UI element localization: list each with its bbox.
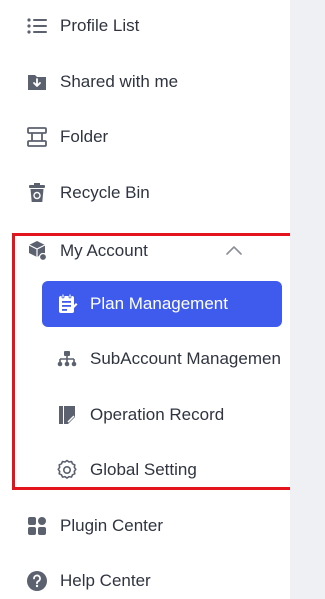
nav-item-recycle-bin[interactable]: Recycle Bin <box>26 171 286 215</box>
nav-item-folder[interactable]: Folder <box>26 115 286 159</box>
account-cubes-icon <box>26 240 48 262</box>
account-menu-label: Global Setting <box>90 460 197 479</box>
page: Profile List Shared with me Folder Recyc… <box>0 0 325 599</box>
nav-item-label: Plugin Center <box>60 516 164 535</box>
folder-icon <box>26 126 48 148</box>
account-menu-label: Plan Management <box>90 294 228 313</box>
nav-item-label: My Account <box>60 241 148 260</box>
nav-item-shared-with-me[interactable]: Shared with me <box>26 60 286 104</box>
nav-item-profile-list[interactable]: Profile List <box>26 4 286 48</box>
account-menu-plan-management[interactable]: Plan Management <box>42 281 282 327</box>
list-icon <box>26 15 48 37</box>
nav-item-label: Shared with me <box>60 72 179 91</box>
account-menu-label: SubAccount Managemen <box>90 349 281 368</box>
gear-icon <box>56 459 78 481</box>
side-panel <box>290 0 325 599</box>
collapse-chevron-up-icon[interactable] <box>226 243 242 257</box>
nav-item-label: Folder <box>60 127 109 146</box>
account-menu-label: Operation Record <box>90 405 225 424</box>
nav-item-label: Recycle Bin <box>60 183 150 202</box>
nav-item-plugin-center[interactable]: Plugin Center <box>26 504 286 548</box>
nav-item-label: Help Center <box>60 571 151 590</box>
account-menu-subaccount-management[interactable]: SubAccount Managemen <box>56 337 290 381</box>
nav-item-label: Profile List <box>60 16 140 35</box>
recycle-bin-icon <box>26 182 48 204</box>
plan-clipboard-icon <box>56 293 78 315</box>
help-icon <box>26 570 48 592</box>
shared-download-icon <box>26 71 48 93</box>
nav-item-my-account[interactable]: My Account <box>26 229 286 273</box>
org-tree-icon <box>56 348 78 370</box>
plugin-grid-icon <box>26 515 48 537</box>
nav-item-help-center[interactable]: Help Center <box>26 559 286 599</box>
record-note-icon <box>56 404 78 426</box>
account-menu-operation-record[interactable]: Operation Record <box>56 393 290 437</box>
sidebar: Profile List Shared with me Folder Recyc… <box>0 0 290 599</box>
account-menu-global-setting[interactable]: Global Setting <box>56 448 290 492</box>
